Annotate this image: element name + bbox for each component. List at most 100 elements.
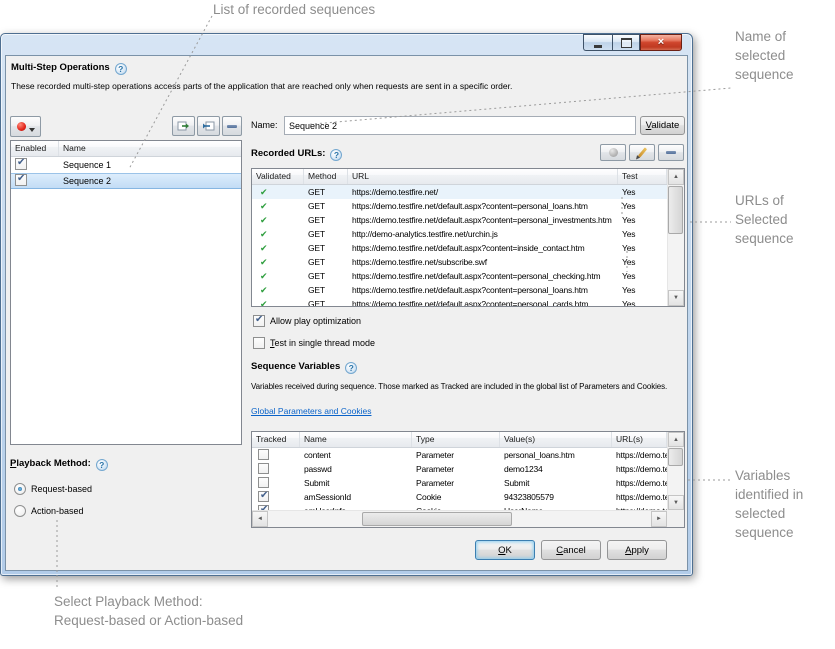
apply-button[interactable]: Apply <box>607 540 667 560</box>
cancel-button[interactable]: Cancel <box>541 540 601 560</box>
column-header-test[interactable]: Test <box>618 169 667 184</box>
url-test: Yes <box>618 299 667 307</box>
playback-action-based-option[interactable]: Action-based <box>14 505 84 517</box>
maximize-button[interactable] <box>612 34 640 51</box>
column-header-type[interactable]: Type <box>412 432 500 447</box>
sequence-enabled-checkbox[interactable] <box>15 174 27 186</box>
column-header-tracked[interactable]: Tracked <box>252 432 300 447</box>
record-sequence-button[interactable] <box>10 116 41 137</box>
variable-row[interactable]: amSessionId Cookie 94323805579 https://d… <box>252 490 684 504</box>
url-text: https://demo.testfire.net/default.aspx?c… <box>348 201 618 211</box>
url-row[interactable]: GET https://demo.testfire.net/default.as… <box>252 213 684 227</box>
url-row[interactable]: GET https://demo.testfire.net/default.as… <box>252 297 684 307</box>
column-header-name[interactable]: Name <box>59 141 241 156</box>
dialog-client-area: Multi-Step Operations These recorded mul… <box>5 55 688 571</box>
variable-urls: https://demo.testfire.net/ba <box>612 478 667 488</box>
export-sequence-button[interactable] <box>172 116 195 136</box>
variable-row[interactable]: content Parameter personal_loans.htm htt… <box>252 448 684 462</box>
url-method: GET <box>304 271 348 281</box>
url-row[interactable]: GET http://demo-analytics.testfire.net/u… <box>252 227 684 241</box>
url-row[interactable]: GET https://demo.testfire.net/default.as… <box>252 269 684 283</box>
column-header-values[interactable]: Value(s) <box>500 432 612 447</box>
help-icon[interactable] <box>96 459 108 471</box>
variable-values: personal_loans.htm <box>500 450 612 460</box>
sequence-name-input[interactable] <box>284 116 636 135</box>
tracked-checkbox[interactable] <box>258 477 269 488</box>
column-header-method[interactable]: Method <box>304 169 348 184</box>
url-row[interactable]: GET https://demo.testfire.net/default.as… <box>252 241 684 255</box>
action-based-radio[interactable] <box>14 505 26 517</box>
close-button[interactable]: × <box>640 34 682 51</box>
sequence-row-selected[interactable]: Sequence 2 <box>11 173 241 189</box>
allow-play-optimization-checkbox[interactable] <box>253 315 265 327</box>
sequence-list: Enabled Name Sequence 1 Sequence 2 <box>10 140 242 445</box>
url-text: http://demo-analytics.testfire.net/urchi… <box>348 229 618 239</box>
sequence-row[interactable]: Sequence 1 <box>11 157 241 173</box>
scroll-right-arrow[interactable] <box>651 511 667 527</box>
sequence-enabled-checkbox[interactable] <box>15 158 27 170</box>
cancel-button-label: Cancel <box>556 545 586 556</box>
validate-button[interactable]: Validate <box>640 116 685 135</box>
allow-play-optimization-option[interactable]: Allow play optimization <box>253 315 361 327</box>
help-icon[interactable] <box>115 63 127 75</box>
column-header-validated[interactable]: Validated <box>252 169 304 184</box>
edit-url-button[interactable] <box>629 144 655 161</box>
variables-horizontal-scrollbar[interactable] <box>252 510 667 527</box>
scroll-down-arrow[interactable] <box>668 495 684 510</box>
test-single-thread-checkbox[interactable] <box>253 337 265 349</box>
delete-sequence-button[interactable] <box>222 116 242 136</box>
global-parameters-cookies-link[interactable]: Global Parameters and Cookies <box>251 406 371 416</box>
playback-request-based-option[interactable]: Request-based <box>14 483 92 495</box>
help-icon[interactable] <box>330 149 342 161</box>
test-single-thread-option[interactable]: Test in single thread mode <box>253 337 375 349</box>
url-row[interactable]: GET https://demo.testfire.net/ Yes <box>252 185 684 199</box>
ok-button[interactable]: OK <box>475 540 535 560</box>
scroll-thumb[interactable] <box>668 448 683 466</box>
request-based-radio[interactable] <box>14 483 26 495</box>
sequence-name: Sequence 1 <box>59 160 241 170</box>
delete-url-button[interactable] <box>658 144 684 161</box>
tracked-checkbox[interactable] <box>258 463 269 474</box>
scroll-down-arrow[interactable] <box>668 290 684 306</box>
ok-button-label: OK <box>498 545 512 556</box>
minimize-button[interactable] <box>583 34 612 51</box>
column-header-enabled[interactable]: Enabled <box>11 141 59 156</box>
url-row[interactable]: GET https://demo.testfire.net/subscribe.… <box>252 255 684 269</box>
variable-row[interactable]: passwd Parameter demo1234 https://demo.t… <box>252 462 684 476</box>
scroll-thumb[interactable] <box>668 186 683 234</box>
scroll-left-arrow[interactable] <box>252 511 268 527</box>
scroll-up-arrow[interactable] <box>668 432 684 447</box>
validate-button-label: Validate <box>646 120 680 131</box>
column-header-urls[interactable]: URL(s) <box>612 432 667 447</box>
url-method: GET <box>304 187 348 197</box>
variables-vertical-scrollbar[interactable] <box>667 432 684 510</box>
allow-play-optimization-label: Allow play optimization <box>270 316 361 326</box>
url-text: https://demo.testfire.net/default.aspx?c… <box>348 299 618 307</box>
url-test: Yes <box>618 229 667 239</box>
import-sequence-button[interactable] <box>197 116 220 136</box>
record-url-button-disabled[interactable] <box>600 144 626 161</box>
recorded-urls-table-header[interactable]: Validated Method URL Test <box>252 169 684 185</box>
variables-table-header[interactable]: Tracked Name Type Value(s) URL(s) <box>252 432 684 448</box>
apply-button-label: Apply <box>625 545 649 556</box>
variable-row[interactable]: Submit Parameter Submit https://demo.tes… <box>252 476 684 490</box>
minus-icon <box>227 125 237 128</box>
tracked-checkbox[interactable] <box>258 491 269 502</box>
column-header-name[interactable]: Name <box>300 432 412 447</box>
tracked-checkbox[interactable] <box>258 449 269 460</box>
variable-values: demo1234 <box>500 464 612 474</box>
sequence-list-header[interactable]: Enabled Name <box>11 141 241 157</box>
playback-method-label: Playback Method: <box>10 458 91 469</box>
help-icon[interactable] <box>345 362 357 374</box>
url-row[interactable]: GET https://demo.testfire.net/default.as… <box>252 199 684 213</box>
page: List of recorded sequences Name of selec… <box>0 0 835 649</box>
url-row[interactable]: GET https://demo.testfire.net/default.as… <box>252 283 684 297</box>
url-table-vertical-scrollbar[interactable] <box>667 169 684 306</box>
scroll-up-arrow[interactable] <box>668 169 684 185</box>
url-text: https://demo.testfire.net/default.aspx?c… <box>348 285 618 295</box>
url-method: GET <box>304 285 348 295</box>
window-caption-buttons: × <box>583 34 682 51</box>
variable-type: Parameter <box>412 478 500 488</box>
column-header-url[interactable]: URL <box>348 169 618 184</box>
scroll-thumb[interactable] <box>362 512 512 526</box>
